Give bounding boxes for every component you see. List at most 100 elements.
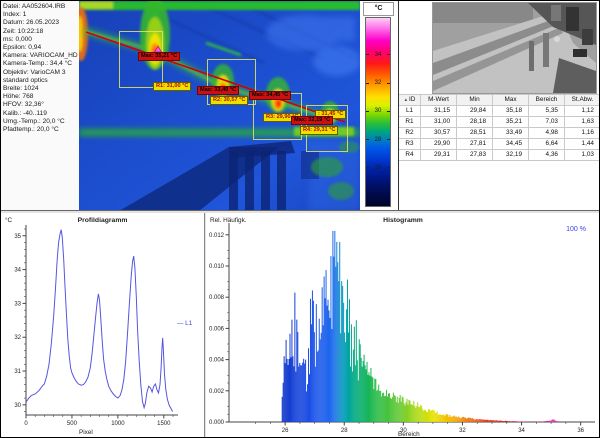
value-cell: 28,18	[457, 117, 493, 127]
value-cell: 7,03	[529, 117, 565, 127]
row-id-cell: R2	[399, 128, 421, 138]
value-cell: 33,49	[493, 128, 529, 138]
metadata-line: Objektiv: VarioCAM 3	[3, 69, 79, 77]
profile-x-axis-label: Pixel	[79, 429, 93, 436]
value-cell: 1,03	[565, 150, 600, 160]
histogram-percent-annotation: 100 %	[566, 226, 586, 233]
table-header-row: ▲IDM-WertMinMaxBereichSt.Abw.	[399, 94, 600, 106]
svg-text:28: 28	[341, 428, 348, 434]
svg-text:1500: 1500	[157, 421, 171, 427]
histogram-y-axis-label: Rel. Häufigk.	[210, 217, 247, 224]
metadata-line: HFOV: 32,36°	[3, 101, 79, 109]
table-row[interactable]: R429,3127,8332,194,361,03	[399, 150, 600, 161]
svg-text:33: 33	[14, 301, 21, 307]
measurement-table: ▲IDM-WertMinMaxBereichSt.Abw.L131,1529,8…	[399, 94, 600, 161]
value-cell: 27,81	[457, 139, 493, 149]
value-cell: 32,19	[493, 150, 529, 160]
svg-text:0.006: 0.006	[209, 326, 225, 332]
value-cell: 1,63	[565, 117, 600, 127]
region-label-r4[interactable]: R4: 29,31 °C	[300, 126, 338, 135]
value-cell: 30,57	[421, 128, 457, 138]
table-header-id[interactable]: ▲ID	[399, 95, 421, 105]
value-cell: 31,15	[421, 106, 457, 116]
value-cell: 4,98	[529, 128, 565, 138]
table-row[interactable]: L131,1529,8435,185,351,12	[399, 106, 600, 117]
svg-text:0.000: 0.000	[209, 420, 225, 426]
table-header-max[interactable]: Max	[493, 95, 529, 105]
value-cell: 6,64	[529, 139, 565, 149]
thermal-image[interactable]: Max: 35,21 °C R1: 31,00 °C Max: 33,49 °C…	[79, 1, 360, 211]
table-row[interactable]: R329,9027,8134,456,641,44	[399, 139, 600, 150]
row-id-cell: R4	[399, 150, 421, 160]
legend-series-name: L1	[185, 320, 192, 327]
metadata-line: Kalib.: -40..119	[3, 110, 79, 118]
value-cell: 27,83	[457, 150, 493, 160]
svg-text:30: 30	[14, 403, 21, 409]
value-cell: 29,84	[457, 106, 493, 116]
scale-unit-label: °C	[363, 2, 394, 16]
region-label-r1[interactable]: R1: 31,00 °C	[153, 82, 191, 91]
value-cell: 4,36	[529, 150, 565, 160]
metadata-line: Breite: 1024	[3, 85, 79, 93]
histogram-chart[interactable]: 0.0000.0020.0040.0060.0080.0100.01226283…	[206, 213, 600, 438]
value-cell: 5,35	[529, 106, 565, 116]
table-header-stabw[interactable]: St.Abw.	[565, 95, 600, 105]
max-label-r1[interactable]: Max: 35,21 °C	[138, 52, 180, 61]
table-row[interactable]: R230,5728,5133,494,981,16	[399, 128, 600, 139]
legend-line-swatch: —	[177, 320, 183, 327]
value-cell: 29,31	[421, 150, 457, 160]
right-pane: ▲IDM-WertMinMaxBereichSt.Abw.L131,1529,8…	[398, 1, 600, 211]
svg-text:0.004: 0.004	[209, 358, 225, 364]
histogram-title: Histogramm	[206, 217, 600, 224]
visual-photo[interactable]	[432, 2, 597, 94]
profile-chart-panel: Profildiagramm °C 3031323334350500100015…	[1, 213, 204, 438]
svg-text:0: 0	[24, 421, 28, 427]
max-label-r3[interactable]: Max: 34,45 °C	[249, 91, 291, 100]
color-scale-pane: °C 3432302826	[360, 1, 398, 211]
svg-text:0.012: 0.012	[209, 233, 225, 239]
svg-text:26: 26	[282, 428, 289, 434]
metadata-line: Epsilon: 0,94	[3, 44, 79, 52]
color-scale-bar[interactable]: 3432302826	[365, 17, 391, 207]
profile-y-axis-unit: °C	[5, 217, 12, 224]
sort-asc-icon: ▲	[404, 97, 408, 102]
row-id-cell: R1	[399, 117, 421, 127]
metadata-line: ms: 0,000	[3, 36, 79, 44]
metadata-line: Zeit: 10:22:18	[3, 28, 79, 36]
max-label-r2[interactable]: Max: 33,49 °C	[197, 86, 239, 95]
metadata-line: Index: 1	[3, 11, 79, 19]
svg-text:1000: 1000	[111, 421, 125, 427]
metadata-line: Kamera-Temp.: 34,4 °C	[3, 60, 79, 68]
table-header-bereich[interactable]: Bereich	[529, 95, 565, 105]
value-cell: 35,21	[493, 117, 529, 127]
metadata-panel: Datei: AA052604.IRBIndex: 1Datum: 26.05.…	[1, 1, 79, 211]
metadata-line: Datei: AA052604.IRB	[3, 3, 79, 11]
histogram-x-axis-label: Bereich	[398, 431, 420, 438]
value-cell: 35,18	[493, 106, 529, 116]
region-label-r2[interactable]: R2: 30,57 °C	[210, 96, 248, 105]
value-cell: 34,45	[493, 139, 529, 149]
row-id-cell: R3	[399, 139, 421, 149]
value-cell: 1,16	[565, 128, 600, 138]
max-label-r4[interactable]: Max: 32,19 °C	[291, 116, 333, 125]
table-header-min[interactable]: Min	[457, 95, 493, 105]
metadata-line: Umg.-Temp.: 20,0 °C	[3, 118, 79, 126]
svg-text:31: 31	[14, 369, 21, 375]
value-cell: 31,00	[421, 117, 457, 127]
svg-text:32: 32	[459, 428, 466, 434]
metadata-line: Pfadtemp.: 20,0 °C	[3, 126, 79, 134]
svg-text:36: 36	[577, 428, 584, 434]
value-cell: 29,90	[421, 139, 457, 149]
value-cell: 28,51	[457, 128, 493, 138]
svg-text:0.010: 0.010	[209, 264, 225, 270]
svg-text:0.008: 0.008	[209, 295, 225, 301]
profile-legend[interactable]: — L1	[177, 320, 192, 327]
metadata-line: Datum: 26.05.2023	[3, 19, 79, 27]
svg-text:34: 34	[14, 268, 21, 274]
profile-chart[interactable]: 303132333435050010001500	[1, 213, 204, 438]
table-row[interactable]: R131,0028,1835,217,031,63	[399, 117, 600, 128]
svg-text:34: 34	[518, 428, 525, 434]
svg-text:35: 35	[14, 234, 21, 240]
table-header-mwert[interactable]: M-Wert	[421, 95, 457, 105]
metadata-line: standard optics	[3, 77, 79, 85]
